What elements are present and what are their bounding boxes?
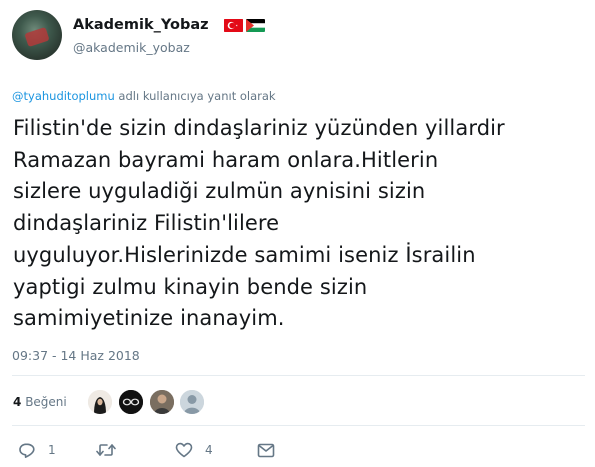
tweet-card: Akademik_Yobaz @akademik_yobaz @tyahudit…: [0, 0, 595, 467]
reply-context-text: adlı kullanıcıya yanıt olarak: [114, 89, 276, 103]
direct-message-button[interactable]: [257, 441, 275, 459]
author-handle[interactable]: @akademik_yobaz: [73, 40, 190, 55]
reply-count: 1: [48, 443, 56, 457]
palestine-flag-icon: [246, 19, 265, 32]
avatar[interactable]: [12, 10, 62, 60]
likes-summary[interactable]: 4 Beğeni: [13, 395, 67, 409]
author-display-name[interactable]: Akademik_Yobaz: [73, 17, 209, 33]
like-button[interactable]: 4: [175, 441, 213, 459]
heart-icon: [175, 442, 193, 458]
retweet-icon: [96, 442, 116, 458]
tweet-text: Filistin'de sizin dindaşlariniz yüzünden…: [13, 116, 505, 331]
turkey-flag-icon: [224, 19, 243, 32]
reply-icon: [18, 442, 36, 459]
liker-avatar[interactable]: [180, 390, 204, 414]
like-count: 4: [205, 443, 213, 457]
tweet-timestamp[interactable]: 09:37 - 14 Haz 2018: [12, 348, 140, 363]
reply-mention-link[interactable]: @tyahuditoplumu: [12, 89, 115, 103]
reply-button[interactable]: 1: [18, 441, 56, 459]
liker-avatar[interactable]: [119, 390, 143, 414]
likes-label: Beğeni: [25, 395, 67, 409]
divider: [12, 375, 585, 376]
retweet-button[interactable]: [96, 441, 128, 459]
reply-context: @tyahuditoplumu adlı kullanıcıya yanıt o…: [12, 89, 276, 103]
divider: [12, 425, 585, 426]
envelope-icon: [257, 443, 275, 458]
likes-count: 4: [13, 395, 22, 409]
liker-avatar[interactable]: [88, 390, 112, 414]
liker-avatar[interactable]: [150, 390, 174, 414]
